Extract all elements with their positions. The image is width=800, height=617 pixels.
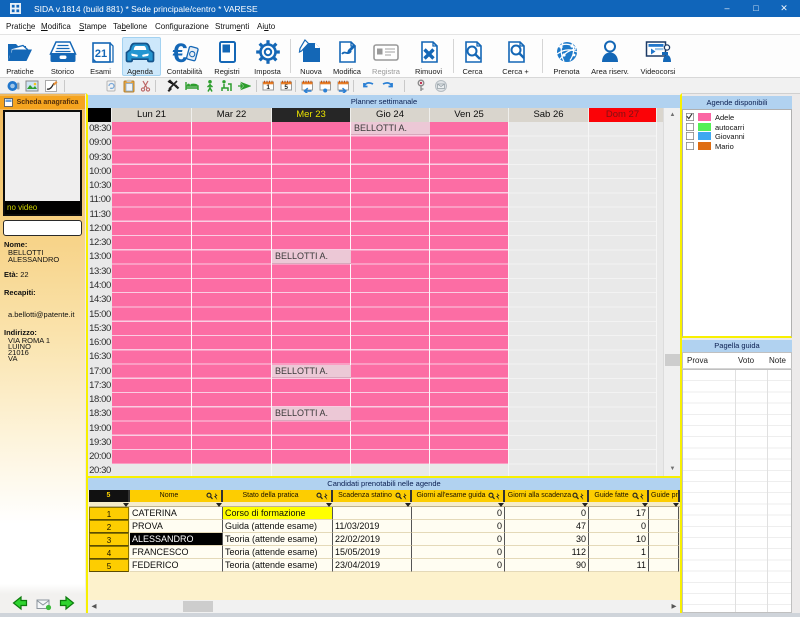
svg-text:1: 1 — [266, 84, 270, 91]
svg-text:21: 21 — [94, 48, 106, 60]
svg-text:5: 5 — [284, 84, 288, 91]
svg-text:€: € — [172, 38, 187, 66]
